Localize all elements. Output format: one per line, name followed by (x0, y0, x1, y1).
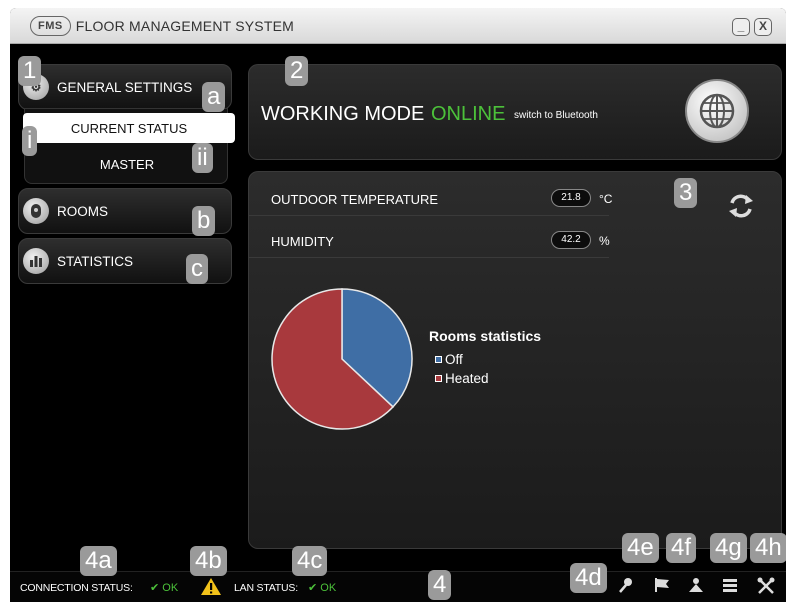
bar-chart-icon (23, 248, 49, 274)
globe-button[interactable] (685, 79, 749, 143)
legend-item-off: Off (435, 352, 463, 367)
door-icon (23, 198, 49, 224)
reading-unit: °C (599, 192, 613, 206)
callout-ii: ii (192, 143, 213, 173)
warning-icon[interactable] (200, 577, 222, 596)
app-title: FLOOR MANAGEMENT SYSTEM (75, 17, 294, 34)
chart-title: Rooms statistics (429, 328, 542, 344)
tools-icon[interactable] (756, 577, 776, 597)
reading-row-humidity: HUMIDITY 42.2 % (249, 224, 610, 258)
callout-4g: 4g (710, 533, 747, 563)
reading-value: 42.2 (551, 231, 591, 249)
working-mode-value: ONLINE (431, 103, 506, 125)
callout-a: a (202, 82, 226, 112)
close-button[interactable]: X (754, 18, 772, 36)
title-bar: FMS FLOOR MANAGEMENT SYSTEM _ X (10, 8, 786, 44)
reading-value: 21.8 (551, 189, 591, 207)
legend-label: Off (445, 352, 463, 367)
refresh-icon[interactable] (727, 192, 755, 220)
nav-rooms-label: ROOMS (57, 203, 109, 219)
flag-icon[interactable] (652, 577, 672, 597)
callout-i: i (22, 126, 38, 156)
connection-status-label: CONNECTION STATUS: (20, 582, 133, 594)
callout-c: c (186, 254, 208, 284)
callout-4e: 4e (622, 533, 659, 563)
reading-row-temperature: OUTDOOR TEMPERATURE 21.8 °C (249, 182, 613, 216)
status-panel: OUTDOOR TEMPERATURE 21.8 °C HUMIDITY 42.… (248, 171, 782, 549)
connection-status-value: ✔ OK (150, 582, 179, 594)
reading-label: OUTDOOR TEMPERATURE (271, 192, 439, 207)
sub-item-current-status[interactable]: CURRENT STATUS (23, 113, 235, 143)
lan-status-value: ✔ OK (308, 582, 337, 594)
callout-4b: 4b (190, 546, 227, 576)
minimize-button[interactable]: _ (732, 18, 750, 36)
callout-4h: 4h (750, 533, 786, 563)
working-mode-label: WORKING MODE (261, 103, 425, 125)
nav-statistics-label: STATISTICS (57, 253, 134, 269)
nav-general-settings[interactable]: ⚙ GENERAL SETTINGS (18, 64, 232, 110)
key-icon[interactable] (616, 577, 636, 597)
callout-1: 1 (18, 56, 42, 86)
callout-4a: 4a (80, 546, 117, 576)
layers-icon[interactable] (720, 577, 740, 597)
globe-icon (699, 93, 735, 129)
callout-3: 3 (674, 178, 698, 208)
callout-4d: 4d (570, 563, 607, 593)
callout-4f: 4f (666, 533, 697, 563)
callout-2: 2 (285, 56, 309, 86)
callout-4c: 4c (292, 546, 328, 576)
legend-swatch (435, 375, 442, 382)
callout-b: b (192, 206, 216, 236)
reading-label: HUMIDITY (271, 234, 334, 249)
working-mode-panel: WORKING MODE ONLINE switch to Bluetooth (248, 64, 782, 160)
status-bar: CONNECTION STATUS: ✔ OK LAN STATUS: ✔ OK (10, 571, 786, 602)
app-logo: FMS (30, 15, 71, 36)
rooms-pie-chart (271, 288, 413, 430)
lan-status-label: LAN STATUS: (234, 582, 298, 594)
callout-4: 4 (428, 570, 452, 600)
user-icon[interactable] (686, 577, 706, 597)
nav-general-settings-label: GENERAL SETTINGS (57, 79, 193, 95)
switch-bluetooth-link[interactable]: switch to Bluetooth (514, 110, 598, 121)
app-window: FMS FLOOR MANAGEMENT SYSTEM _ X ⚙ GENERA… (10, 8, 786, 602)
reading-unit: % (599, 234, 610, 248)
legend-label: Heated (445, 371, 489, 386)
legend-item-heated: Heated (435, 371, 489, 386)
legend-swatch (435, 356, 442, 363)
